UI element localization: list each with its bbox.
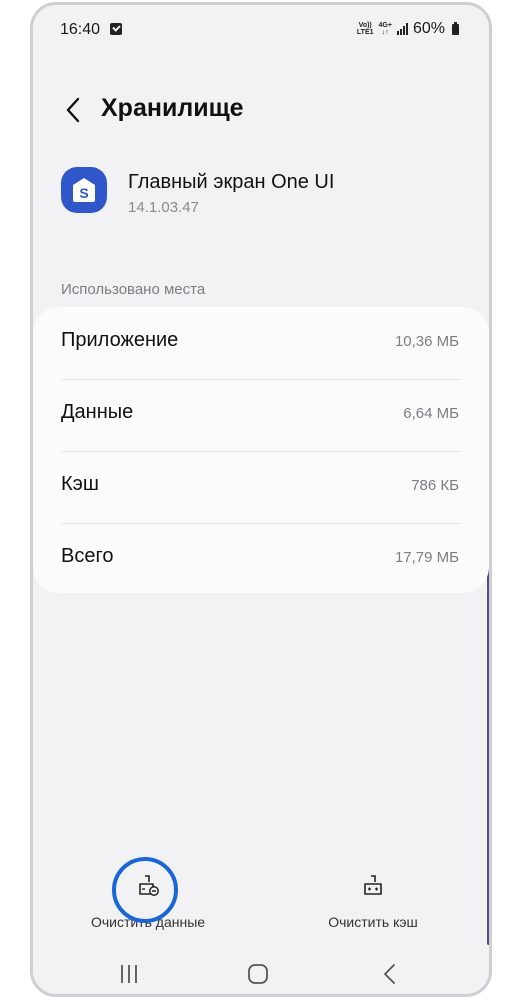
volte-icon: Vo)) LTE1 [357,22,374,36]
storage-card: Приложение 10,36 МБ Данные 6,64 МБ Кэш 7… [33,307,489,593]
row-value: 6,64 МБ [403,405,459,422]
clear-data-label: Очистить данные [90,914,206,930]
side-accent [487,565,489,945]
storage-row-total: Всего 17,79 МБ [33,523,489,595]
status-icons: Vo)) LTE1 4G+ ↓↑ 60% [357,20,459,38]
row-value: 10,36 МБ [394,333,459,350]
storage-row-cache: Кэш 786 КБ [33,451,489,523]
volte-top: Vo)) [358,22,372,29]
signal-icon [396,23,408,35]
row-label: Приложение [61,329,179,351]
network-bottom: ↓↑ [381,29,389,36]
app-version: 14.1.03.47 [128,199,199,216]
checkbox-notification-icon [110,23,122,35]
battery-icon [452,21,459,35]
battery-percent: 60% [412,20,445,37]
clear-cache-icon [364,875,382,895]
row-value: 17,79 МБ [394,549,459,566]
home-icon[interactable] [246,962,270,986]
status-bar: 16:40 Vo)) LTE1 4G+ ↓↑ 60% [33,5,489,55]
status-time: 16:40 [60,21,101,38]
storage-row-app: Приложение 10,36 МБ [33,307,489,379]
network-top: 4G+ [378,22,392,29]
clear-data-button[interactable]: Очистить данные [83,873,213,930]
row-label: Кэш [61,473,99,495]
phone-frame: 16:40 Vo)) LTE1 4G+ ↓↑ 60% Хранилище S Г… [30,2,492,997]
house-icon: S [73,178,95,202]
volte-bottom: LTE1 [356,29,374,36]
navigation-bar [33,950,489,994]
row-label: Всего [61,545,114,567]
svg-text:S: S [79,185,88,201]
network-type-icon: 4G+ ↓↑ [379,22,392,36]
clear-cache-label: Очистить кэш [328,914,418,930]
row-label: Данные [61,401,134,423]
clear-data-icon [139,875,159,896]
back-nav-icon[interactable] [378,962,402,986]
storage-row-data: Данные 6,64 МБ [33,379,489,451]
recent-apps-icon[interactable] [117,962,141,986]
back-arrow-icon[interactable] [63,95,83,125]
row-value: 786 КБ [411,477,459,494]
section-label-storage-used: Использовано места [61,281,206,298]
app-name: Главный экран One UI [128,171,335,193]
one-ui-home-app-icon: S [61,167,107,213]
clear-cache-button[interactable]: Очистить кэш [313,873,433,930]
page-title: Хранилище [101,94,244,122]
app-bar: Хранилище [33,85,489,135]
